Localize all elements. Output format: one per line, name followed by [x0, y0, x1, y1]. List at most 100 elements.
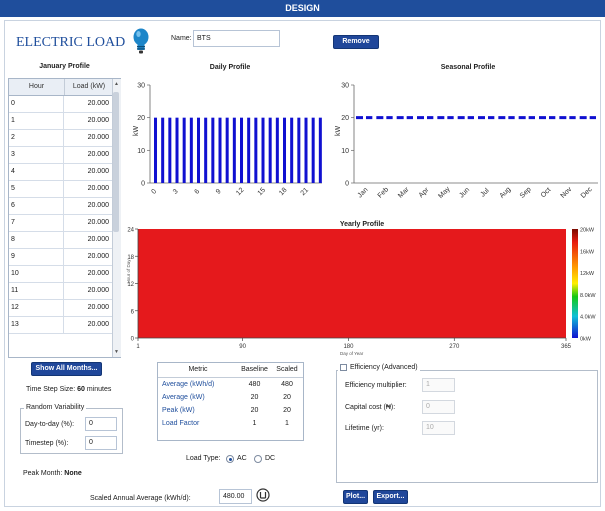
window-title: DESIGN	[0, 0, 605, 17]
bar	[225, 117, 229, 183]
table-row[interactable]: 13 20.000	[9, 317, 120, 334]
table-row[interactable]: 2 20.000	[9, 130, 120, 147]
bar	[168, 117, 172, 183]
table-row[interactable]: 1 20.000	[9, 113, 120, 130]
hour-cell: 9	[9, 249, 64, 265]
bar	[304, 117, 308, 183]
bar	[318, 117, 322, 183]
table-row[interactable]: 5 20.000	[9, 181, 120, 198]
metrics-table: Metric Baseline Scaled Average (kWh/d) 48…	[157, 362, 304, 441]
bar	[311, 117, 315, 183]
export-button[interactable]: Export...	[373, 490, 408, 504]
hour-cell: 11	[9, 283, 64, 299]
name-field[interactable]: BTS	[193, 30, 280, 47]
timestep-input[interactable]: 0	[85, 436, 117, 450]
y-axis-label: Hour of Day	[126, 259, 131, 284]
scroll-up-icon[interactable]: ▲	[114, 81, 119, 87]
load-type-ac-label[interactable]: AC	[237, 455, 247, 462]
load-type-dc-label[interactable]: DC	[265, 455, 275, 462]
optimize-icon[interactable]	[256, 488, 270, 502]
remove-button[interactable]: Remove	[333, 35, 379, 49]
x-tick-label: 1	[136, 344, 140, 350]
table-row[interactable]: 0 20.000	[9, 96, 120, 113]
table-row[interactable]: 11 20.000	[9, 283, 120, 300]
load-cell[interactable]: 20.000	[64, 317, 112, 333]
x-tick-label: Sep	[519, 186, 533, 200]
load-cell[interactable]: 20.000	[64, 283, 112, 299]
table-row[interactable]: 10 20.000	[9, 266, 120, 283]
scrollbar-thumb[interactable]	[113, 92, 119, 232]
x-tick-label: 12	[235, 187, 246, 198]
x-tick-label: 0	[151, 188, 159, 196]
seasonal-profile-chart: Seasonal Profile kW 0 10 20 30 Jan Feb Mar Apr May…	[335, 64, 598, 200]
load-cell[interactable]: 20.000	[64, 113, 112, 129]
load-cell[interactable]: 20.000	[64, 130, 112, 146]
lifetime-input[interactable]: 10	[422, 421, 455, 435]
efficiency-multiplier-input[interactable]: 1	[422, 378, 455, 392]
load-cell[interactable]: 20.000	[64, 164, 112, 180]
scaled-annual-input[interactable]: 480.00	[219, 489, 252, 504]
x-tick-label: 90	[239, 344, 246, 350]
capital-cost-label: Capital cost (₦):	[345, 404, 396, 411]
load-type-dc-radio[interactable]	[254, 455, 262, 463]
time-step-setting: Time Step Size: 60 minutes	[26, 386, 111, 393]
show-all-months-button[interactable]: Show All Months...	[31, 362, 102, 376]
table-row[interactable]: 3 20.000	[9, 147, 120, 164]
efficiency-checkbox[interactable]	[340, 364, 347, 371]
timestep-label: Timestep (%):	[25, 440, 69, 447]
load-cell[interactable]: 20.000	[64, 215, 112, 231]
capital-cost-input[interactable]: 0	[422, 400, 455, 414]
load-cell[interactable]: 20.000	[64, 198, 112, 214]
metrics-cell-scaled: 1	[285, 420, 289, 427]
day-to-day-label: Day-to-day (%):	[25, 421, 75, 428]
metrics-cell-metric: Load Factor	[162, 420, 200, 427]
load-cell[interactable]: 20.000	[64, 266, 112, 282]
x-tick-label: Apr	[418, 186, 431, 199]
metrics-cell-metric: Average (kW)	[162, 394, 205, 401]
table-row[interactable]: 12 20.000	[9, 300, 120, 317]
table-row[interactable]: 8 20.000	[9, 232, 120, 249]
hour-cell: 12	[9, 300, 64, 316]
x-tick-label: Oct	[540, 187, 553, 200]
load-type-ac-radio[interactable]	[226, 455, 234, 463]
y-tick-label: 20	[137, 115, 145, 122]
time-step-value: 60	[77, 386, 85, 393]
y-tick-label: 30	[341, 83, 349, 90]
load-cell[interactable]: 20.000	[64, 181, 112, 197]
x-tick-label: 270	[449, 344, 460, 350]
load-cell[interactable]: 20.000	[64, 232, 112, 248]
x-tick-label: Mar	[397, 186, 411, 200]
random-variability-title: Random Variability	[24, 404, 87, 411]
table-row[interactable]: 6 20.000	[9, 198, 120, 215]
y-axis-label: kW	[335, 126, 342, 137]
colorbar	[572, 229, 578, 338]
metrics-header-baseline: Baseline	[241, 366, 268, 373]
load-cell[interactable]: 20.000	[64, 300, 112, 316]
hour-cell: 13	[9, 317, 64, 333]
column-header-hour[interactable]: Hour	[9, 79, 65, 95]
column-header-load[interactable]: Load (kW)	[65, 79, 113, 95]
table-row[interactable]: 4 20.000	[9, 164, 120, 181]
day-to-day-input[interactable]: 0	[85, 417, 117, 431]
time-step-label: Time Step Size:	[26, 386, 76, 393]
metrics-header: Metric Baseline Scaled	[158, 363, 303, 378]
load-cell[interactable]: 20.000	[64, 147, 112, 163]
bar	[211, 117, 215, 183]
metrics-row: Average (kWh/d) 480 480	[158, 378, 303, 391]
metrics-cell-baseline: 1	[252, 420, 257, 427]
y-tick-label: 0	[131, 337, 135, 343]
chart-title: Yearly Profile	[340, 221, 384, 228]
y-tick-label: 30	[137, 83, 145, 90]
metrics-cell-baseline: 20	[250, 407, 259, 414]
load-cell[interactable]: 20.000	[64, 249, 112, 265]
efficiency-multiplier-label: Efficiency multiplier:	[345, 382, 407, 389]
plot-button[interactable]: Plot...	[343, 490, 368, 504]
table-row[interactable]: 7 20.000	[9, 215, 120, 232]
table-row[interactable]: 9 20.000	[9, 249, 120, 266]
metrics-cell-baseline: 20	[250, 394, 259, 401]
load-cell[interactable]: 20.000	[64, 96, 112, 112]
colorbar-label: 4.0kW	[580, 315, 596, 321]
bar	[232, 117, 236, 183]
scroll-down-icon[interactable]: ▼	[114, 349, 119, 355]
x-tick-label: 180	[343, 344, 354, 350]
